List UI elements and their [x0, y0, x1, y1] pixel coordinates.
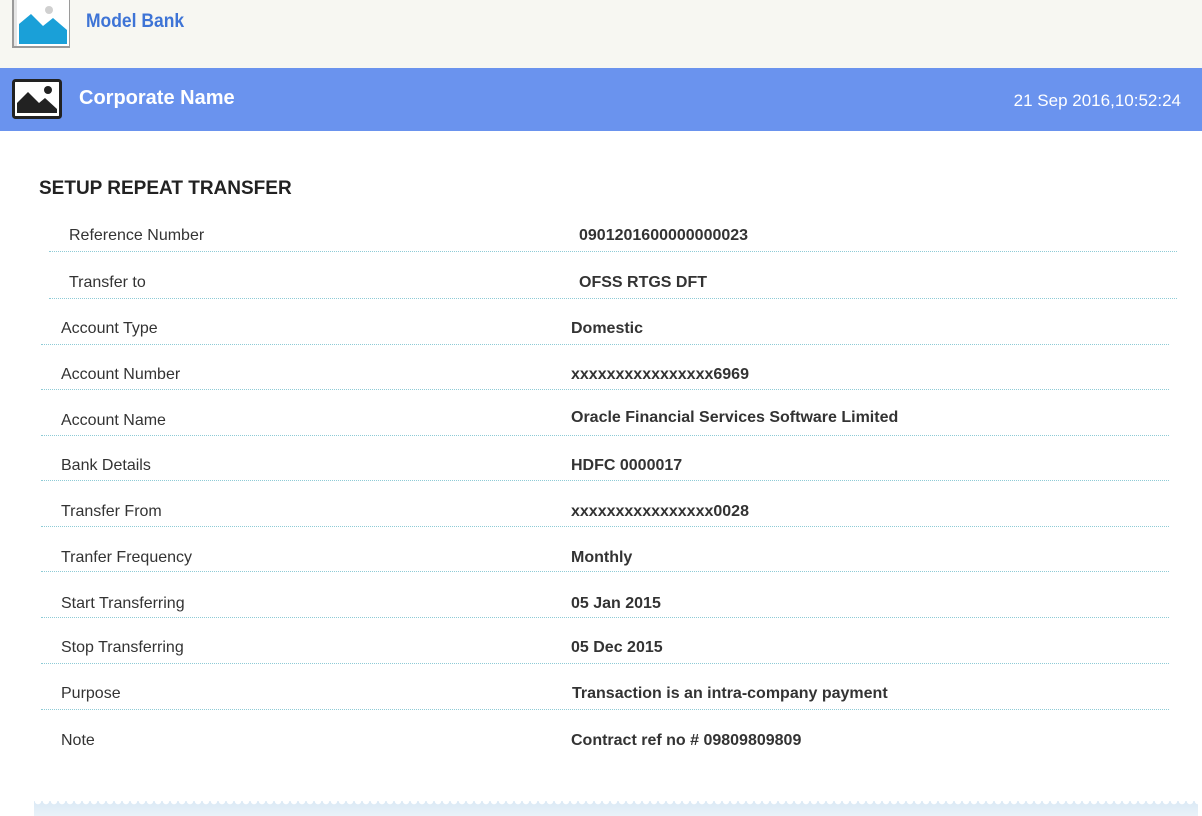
detail-label: Transfer to — [69, 274, 146, 291]
detail-label: Start Transferring — [61, 595, 185, 612]
detail-value: 0901201600000000023 — [579, 227, 749, 244]
detail-row-reference-number: Reference Number 0901201600000000023 — [49, 205, 1177, 252]
detail-row-note: Note Contract ref no # 09809809809 — [41, 709, 1169, 755]
detail-label: Transfer From — [61, 503, 162, 520]
detail-row-account-number: Account Number xxxxxxxxxxxxxxxx6969 — [41, 343, 1169, 390]
detail-value: Monthly — [571, 549, 633, 566]
detail-label: Account Name — [61, 412, 166, 429]
detail-row-transfer-frequency: Tranfer Frequency Monthly — [41, 525, 1169, 572]
detail-row-transfer-from: Transfer From xxxxxxxxxxxxxxxx0028 — [41, 480, 1169, 527]
detail-label: Purpose — [61, 685, 121, 702]
image-placeholder-icon — [12, 79, 62, 119]
detail-row-purpose: Purpose Transaction is an intra-company … — [41, 663, 1169, 710]
detail-label: Stop Transferring — [61, 639, 184, 656]
detail-label: Bank Details — [61, 457, 151, 474]
bank-logo — [12, 0, 70, 48]
detail-row-account-name: Account Name Oracle Financial Services S… — [41, 389, 1169, 436]
detail-row-transfer-to: Transfer to OFSS RTGS DFT — [49, 252, 1177, 299]
detail-label: Note — [61, 732, 95, 749]
detail-row-start-transferring: Start Transferring 05 Jan 2015 — [41, 571, 1169, 618]
detail-label: Reference Number — [69, 227, 205, 244]
session-datetime: 21 Sep 2016,10:52:24 — [1013, 91, 1181, 110]
detail-row-account-type: Account Type Domestic — [41, 298, 1169, 345]
detail-row-bank-details: Bank Details HDFC 0000017 — [41, 434, 1169, 481]
detail-value: xxxxxxxxxxxxxxxx6969 — [571, 366, 749, 383]
top-bar: Model Bank — [0, 0, 1202, 68]
detail-value: Contract ref no # 09809809809 — [571, 732, 802, 749]
page-title: SETUP REPEAT TRANSFER — [39, 178, 292, 199]
torn-edge-divider — [34, 801, 1198, 816]
detail-value: Oracle Financial Services Software Limit… — [571, 409, 899, 426]
corporate-name: Corporate Name — [79, 87, 235, 109]
detail-value: 05 Dec 2015 — [571, 639, 663, 656]
detail-row-stop-transferring: Stop Transferring 05 Dec 2015 — [41, 617, 1169, 664]
detail-value: Transaction is an intra-company payment — [572, 685, 888, 702]
image-placeholder-icon — [17, 0, 69, 46]
detail-value: OFSS RTGS DFT — [579, 274, 707, 291]
detail-value: xxxxxxxxxxxxxxxx0028 — [571, 503, 749, 520]
detail-label: Account Type — [61, 320, 158, 337]
detail-value: 05 Jan 2015 — [571, 595, 661, 612]
detail-label: Tranfer Frequency — [61, 549, 193, 566]
bank-name: Model Bank — [86, 11, 185, 32]
detail-value: Domestic — [571, 320, 644, 337]
detail-label: Account Number — [61, 366, 181, 383]
detail-value: HDFC 0000017 — [571, 457, 683, 474]
